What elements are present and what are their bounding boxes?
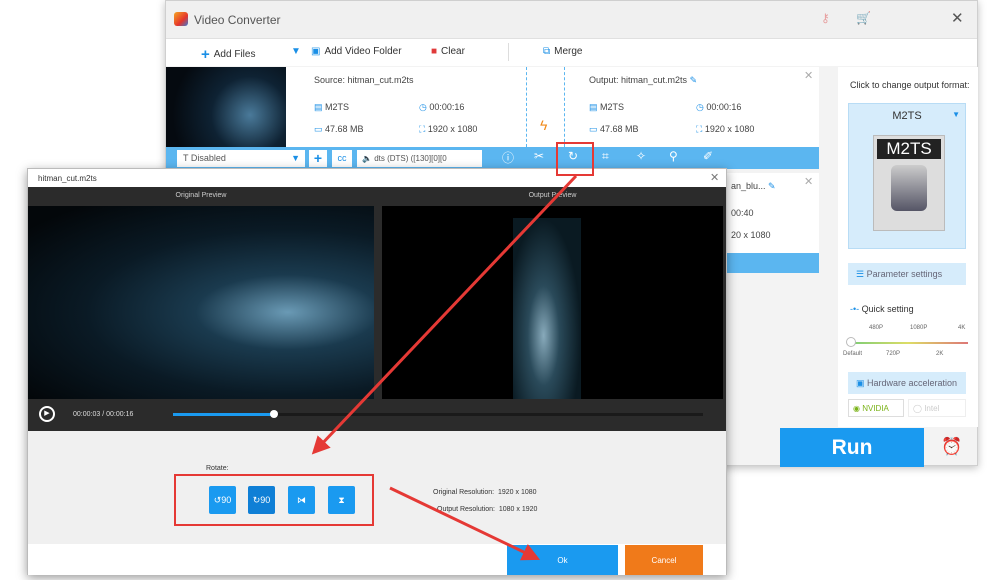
annotation-arrows xyxy=(311,174,578,561)
arrow-to-rotate-panel xyxy=(311,174,578,455)
arrow-to-ok-button xyxy=(389,486,541,561)
